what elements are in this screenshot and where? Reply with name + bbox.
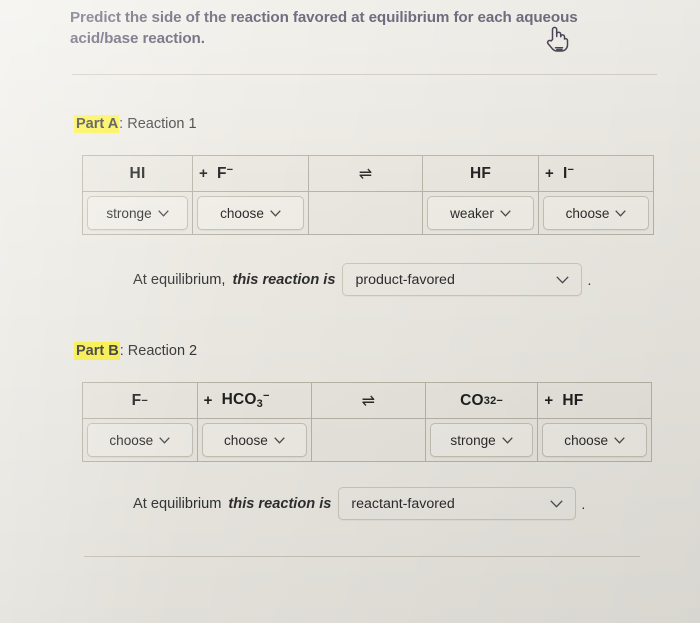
- reaction-b-dropdown-4[interactable]: stronge: [429, 423, 534, 457]
- reaction-a-select-cell-4[interactable]: weaker: [423, 192, 538, 234]
- part-b-title: Reaction 2: [127, 343, 198, 359]
- reaction-a-column-2: + F− choose: [193, 156, 309, 234]
- reaction-b-select-cell-2[interactable]: choose: [198, 419, 312, 461]
- chevron-down-icon: [274, 436, 285, 444]
- reaction-table-a: HI stronge + F− choose ⇌ HF weaker + I− …: [82, 155, 654, 235]
- reaction-b-dropdown-5-value: choose: [564, 432, 609, 448]
- reaction-a-select-cell-5[interactable]: choose: [539, 192, 653, 234]
- equilibrium-arrow-icon: ⇌: [361, 392, 376, 410]
- reaction-b-column-1: F − choose: [83, 383, 198, 461]
- part-a-heading: Part A: Reaction 1: [74, 115, 197, 133]
- chevron-down-icon: [500, 209, 511, 217]
- equilibrium-b-emphasis: this reaction is: [228, 495, 332, 512]
- reaction-b-dropdown-2[interactable]: choose: [201, 423, 308, 457]
- reaction-a-equilibrium-arrow: ⇌: [309, 156, 422, 192]
- equilibrium-b-dropdown-value: reactant-favored: [351, 495, 455, 512]
- reaction-a-column-3: ⇌: [309, 156, 423, 234]
- equilibrium-a-emphasis: this reaction is: [232, 271, 336, 288]
- reaction-b-formula-1: F −: [83, 383, 197, 419]
- reaction-a-select-cell-3: [309, 192, 422, 234]
- reaction-a-formula-4: HF: [423, 156, 538, 192]
- reaction-b-column-2: + HCO3− choose: [197, 383, 313, 461]
- part-b-separator: :: [119, 343, 124, 359]
- equilibrium-a-lead: At equilibrium,: [133, 271, 226, 288]
- reaction-a-formula-5: + I−: [539, 156, 653, 192]
- reaction-a-select-cell-1[interactable]: stronge: [83, 192, 192, 234]
- reaction-b-dropdown-4-value: stronge: [450, 432, 496, 448]
- reaction-a-dropdown-1-value: stronge: [106, 205, 152, 221]
- reaction-a-formula-2: + F−: [193, 156, 308, 192]
- reaction-b-equilibrium-arrow: ⇌: [312, 383, 425, 419]
- reaction-a-column-1: HI stronge: [83, 156, 193, 234]
- reaction-a-dropdown-4-value: weaker: [450, 205, 494, 221]
- chevron-down-icon: [157, 209, 169, 217]
- reaction-a-column-5: + I− choose: [539, 156, 653, 234]
- chevron-down-icon: [550, 500, 564, 508]
- reaction-b-dropdown-1[interactable]: choose: [87, 423, 193, 457]
- reaction-a-dropdown-2-value: choose: [220, 205, 264, 221]
- reaction-b-formula-2: + HCO3−: [197, 383, 312, 419]
- equilibrium-statement-a: At equilibrium, this reaction is product…: [133, 263, 591, 296]
- reaction-a-dropdown-2[interactable]: choose: [197, 196, 304, 230]
- equilibrium-a-dropdown[interactable]: product-favored: [342, 263, 583, 296]
- reaction-a-column-4: HF weaker: [423, 156, 539, 234]
- part-b-heading: Part B: Reaction 2: [74, 342, 198, 360]
- reaction-a-dropdown-5-value: choose: [565, 205, 610, 221]
- part-a-title: Reaction 1: [127, 116, 197, 132]
- reaction-a-formula-1: HI: [83, 156, 192, 192]
- equilibrium-a-dropdown-value: product-favored: [355, 271, 455, 288]
- reaction-b-formula-5: + HF: [538, 383, 651, 419]
- reaction-b-column-4: CO 3 2− stronge: [425, 383, 539, 461]
- divider-bottom: [84, 556, 640, 557]
- equilibrium-b-dropdown[interactable]: reactant-favored: [338, 487, 577, 520]
- part-a-separator: :: [119, 116, 124, 132]
- reaction-b-select-cell-1[interactable]: choose: [83, 419, 197, 461]
- equilibrium-b-lead: At equilibrium: [133, 495, 222, 512]
- equilibrium-a-period: .: [587, 271, 592, 288]
- reaction-table-b: F − choose + HCO3− choose ⇌ CO 3 2− stro…: [82, 382, 652, 462]
- reaction-b-dropdown-1-value: choose: [109, 432, 154, 448]
- reaction-b-dropdown-5[interactable]: choose: [542, 423, 647, 457]
- equilibrium-statement-b: At equilibrium this reaction is reactant…: [133, 487, 585, 520]
- reaction-a-dropdown-1[interactable]: stronge: [87, 196, 188, 230]
- reaction-b-select-cell-4[interactable]: stronge: [426, 419, 538, 461]
- chevron-down-icon: [501, 436, 513, 444]
- reaction-b-formula-4: CO 3 2−: [425, 383, 538, 419]
- chevron-down-icon: [556, 276, 570, 284]
- chevron-down-icon: [614, 436, 625, 444]
- reaction-b-column-3: ⇌: [312, 383, 426, 461]
- pointing-hand-cursor-icon: [543, 23, 569, 53]
- reaction-b-select-cell-5[interactable]: choose: [538, 419, 651, 461]
- reaction-b-column-5: + HF choose: [538, 383, 651, 461]
- chevron-down-icon: [159, 436, 170, 444]
- equilibrium-arrow-icon: ⇌: [358, 165, 373, 183]
- reaction-a-select-cell-2[interactable]: choose: [193, 192, 308, 234]
- reaction-b-select-cell-3: [312, 419, 425, 461]
- reaction-b-dropdown-2-value: choose: [223, 432, 268, 448]
- chevron-down-icon: [615, 209, 627, 217]
- divider-top: [72, 74, 657, 75]
- equilibrium-b-period: .: [581, 495, 586, 512]
- chevron-down-icon: [270, 209, 281, 217]
- reaction-a-dropdown-5[interactable]: choose: [543, 196, 649, 230]
- part-a-label: Part A: [74, 115, 120, 133]
- reaction-a-dropdown-4[interactable]: weaker: [427, 196, 534, 230]
- part-b-label: Part B: [74, 342, 120, 360]
